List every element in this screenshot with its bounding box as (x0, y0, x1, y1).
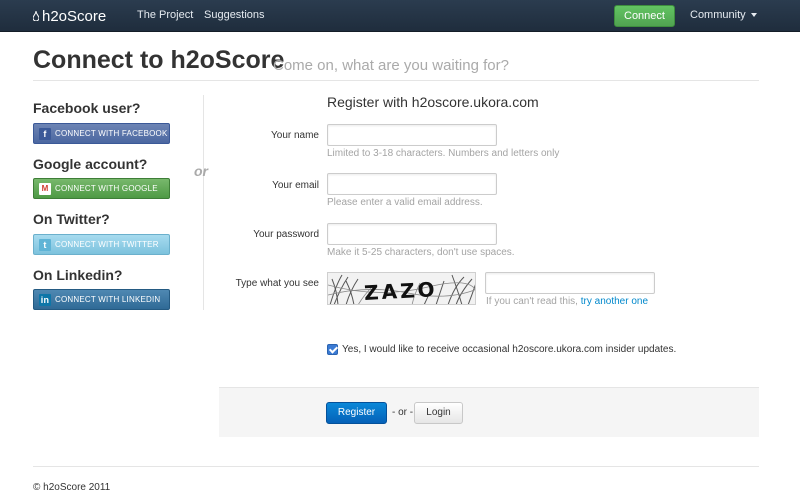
page-title: Connect to h2oScore (33, 46, 285, 74)
water-drop-icon (33, 11, 39, 21)
linkedin-heading: On Linkedin? (33, 267, 123, 283)
optin-row: Yes, I would like to receive occasional … (327, 344, 676, 355)
captcha-noise: ZAZO (328, 274, 475, 305)
form-actions-bar: Register - or - Login (219, 387, 759, 437)
linkedin-icon: in (39, 293, 51, 306)
facebook-icon: f (39, 127, 51, 140)
password-help-text: Make it 5-25 characters, don't use space… (327, 247, 515, 258)
password-label: Your password (253, 229, 319, 240)
footer-copyright: © h2oScore 2011 (33, 482, 111, 493)
page-subtitle: Come on, what are you waiting for? (273, 57, 509, 74)
community-label: Community (690, 9, 746, 21)
connect-linkedin-button[interactable]: in CONNECT WITH LINKEDIN (33, 289, 170, 310)
nav-link-suggestions[interactable]: Suggestions (204, 9, 265, 21)
optin-label: Yes, I would like to receive occasional … (342, 344, 677, 355)
email-help-text: Please enter a valid email address. (327, 197, 483, 208)
connect-google-button[interactable]: M CONNECT WITH GOOGLE (33, 178, 170, 199)
captcha-image: ZAZO (327, 272, 476, 305)
twitter-heading: On Twitter? (33, 211, 110, 227)
try-another-link[interactable]: try another one (581, 296, 648, 307)
or-separator: or (194, 163, 208, 179)
email-label: Your email (272, 180, 319, 191)
facebook-heading: Facebook user? (33, 100, 141, 116)
email-field[interactable] (327, 173, 497, 195)
captcha-help-text: If you can't read this, try another one (486, 296, 648, 307)
top-navbar: h2oScore The Project Suggestions Connect… (0, 0, 800, 32)
chevron-down-icon (750, 13, 757, 17)
connect-facebook-label: CONNECT WITH FACEBOOK (55, 129, 168, 138)
actions-or-text: - or - (392, 407, 414, 418)
captcha-help-prefix: If you can't read this, (486, 296, 578, 307)
captcha-field[interactable] (485, 272, 655, 294)
community-dropdown[interactable]: Community (690, 9, 757, 21)
connect-twitter-label: CONNECT WITH TWITTER (55, 240, 159, 249)
brand-logo[interactable]: h2oScore (33, 6, 106, 26)
connect-twitter-button[interactable]: t CONNECT WITH TWITTER (33, 234, 170, 255)
connect-linkedin-label: CONNECT WITH LINKEDIN (55, 295, 161, 304)
connect-facebook-button[interactable]: f CONNECT WITH FACEBOOK (33, 123, 170, 144)
connect-google-label: CONNECT WITH GOOGLE (55, 184, 158, 193)
captcha-label: Type what you see (235, 278, 319, 289)
name-field[interactable] (327, 124, 497, 146)
name-label: Your name (271, 130, 319, 141)
twitter-icon: t (39, 238, 51, 251)
header-divider (33, 80, 759, 81)
gmail-icon: M (39, 182, 51, 195)
nav-link-the-project[interactable]: The Project (137, 9, 193, 21)
footer-divider (33, 466, 759, 467)
login-button[interactable]: Login (414, 402, 463, 424)
brand-name: h2oScore (42, 7, 107, 25)
optin-checkbox[interactable] (327, 344, 338, 355)
captcha-text: ZAZO (364, 277, 439, 305)
register-button[interactable]: Register (326, 402, 387, 424)
google-heading: Google account? (33, 156, 148, 172)
name-help-text: Limited to 3-18 characters. Numbers and … (327, 148, 560, 159)
register-form-title: Register with h2oscore.ukora.com (327, 94, 539, 110)
connect-button[interactable]: Connect (614, 5, 675, 27)
password-field[interactable] (327, 223, 497, 245)
